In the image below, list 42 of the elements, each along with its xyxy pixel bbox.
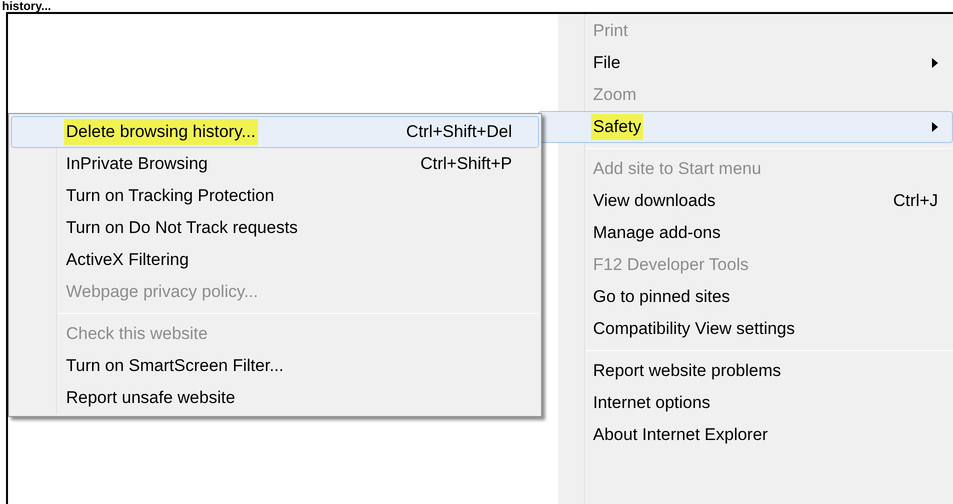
menu-item-label: View downloads	[592, 190, 717, 212]
shortcut-label: Ctrl+J	[893, 190, 938, 212]
menu-item-label: Turn on Do Not Track requests	[65, 217, 299, 240]
menu-item[interactable]: About Internet Explorer	[538, 419, 953, 451]
menu-item-label: Webpage privacy policy...	[65, 281, 260, 304]
menu-item-label: About Internet Explorer	[592, 424, 769, 446]
menu-item-label: Compatibility View settings	[592, 318, 796, 340]
menu-item-label: Turn on SmartScreen Filter...	[65, 355, 285, 378]
menu-item[interactable]: ActiveX Filtering	[11, 244, 539, 276]
menu-item-label: F12 Developer Tools	[592, 254, 750, 276]
menu-item-label: Zoom	[592, 84, 638, 106]
menu-item-label: Turn on Tracking Protection	[65, 185, 276, 208]
caption-text: history...	[1, 0, 52, 12]
menu-item-label: Print	[592, 20, 629, 42]
menu-item[interactable]: Safety	[538, 111, 953, 143]
menu-item[interactable]: Internet options	[538, 387, 953, 419]
shortcut-label: Ctrl+Shift+P	[420, 153, 512, 176]
menu-item[interactable]: File	[538, 47, 953, 79]
shortcut-label: Ctrl+Shift+Del	[406, 121, 512, 144]
menu-item-label: Report website problems	[592, 360, 782, 382]
menu-item-label: Internet options	[592, 392, 712, 414]
menu-item[interactable]: Turn on Tracking Protection	[11, 180, 539, 212]
menu-item[interactable]: Compatibility View settings	[538, 313, 953, 345]
menu-item[interactable]: InPrivate Browsing Ctrl+Shift+P	[11, 148, 539, 180]
menu-item[interactable]: View downloads Ctrl+J	[538, 185, 953, 217]
menu-item-label: File	[592, 52, 622, 74]
menu-item[interactable]: Turn on Do Not Track requests	[11, 212, 539, 244]
menu-item-label: Manage add-ons	[592, 222, 722, 244]
menu-item[interactable]: Turn on SmartScreen Filter...	[11, 350, 539, 382]
menu-item-label: Delete browsing history...	[64, 119, 258, 145]
menu-item-label: Check this website	[65, 323, 209, 346]
menu-item-label: InPrivate Browsing	[65, 153, 209, 176]
menu-item[interactable]: Report website problems	[538, 355, 953, 387]
menu-item[interactable]: Manage add-ons	[538, 217, 953, 249]
menu-item-label: Go to pinned sites	[592, 286, 732, 308]
menu-item[interactable]: Report unsafe website	[11, 382, 539, 414]
menu-item-label: Safety	[591, 114, 644, 140]
menu-item-label: Report unsafe website	[65, 387, 236, 410]
menu-item[interactable]: Delete browsing history... Ctrl+Shift+Del	[11, 116, 539, 148]
menu-item[interactable]: Go to pinned sites	[538, 281, 953, 313]
menu-item-label: ActiveX Filtering	[65, 249, 190, 272]
menu-item-label: Add site to Start menu	[592, 158, 762, 180]
